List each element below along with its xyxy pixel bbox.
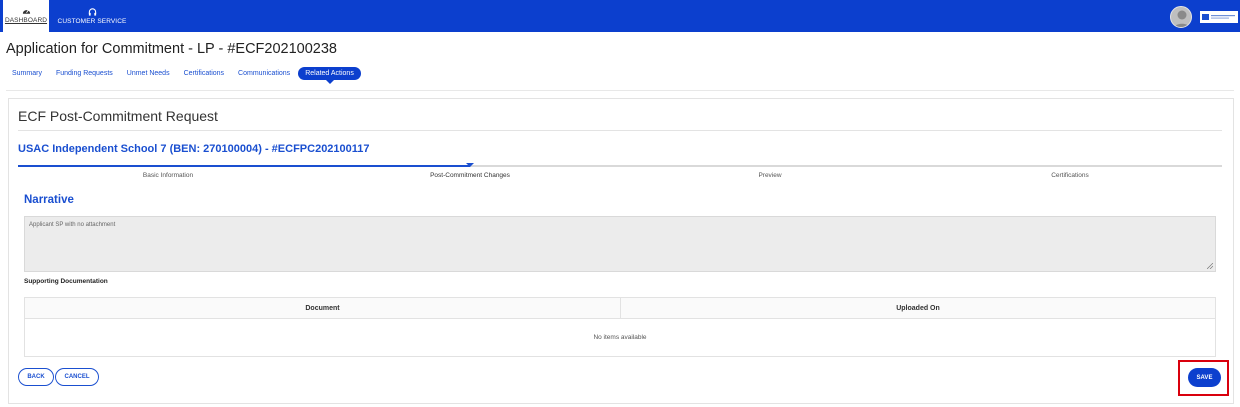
narrative-heading: Narrative	[24, 194, 74, 206]
tab-funding-requests[interactable]: Funding Requests	[56, 70, 113, 77]
stepper-current-marker	[466, 163, 474, 167]
header-divider	[6, 90, 1234, 91]
step-post-commitment-changes[interactable]: Post-Commitment Changes	[410, 172, 530, 179]
stepper-progress	[18, 165, 470, 167]
cancel-button[interactable]: CANCEL	[55, 368, 99, 386]
nav-dashboard-label: DASHBOARD	[4, 17, 48, 24]
tab-related-actions[interactable]: Related Actions	[298, 67, 361, 84]
table-header-row: Document Uploaded On	[25, 298, 1215, 319]
nav-customer-service-label: CUSTOMER SERVICE	[57, 17, 127, 25]
supporting-documentation-label: Supporting Documentation	[24, 278, 108, 285]
resize-grip-icon[interactable]	[1207, 263, 1213, 269]
card-title: ECF Post-Commitment Request	[18, 108, 218, 124]
user-avatar-icon[interactable]	[1170, 6, 1192, 28]
tab-certifications[interactable]: Certifications	[184, 70, 224, 77]
step-certifications[interactable]: Certifications	[1030, 172, 1110, 179]
narrative-textarea[interactable]: Applicant SP with no attachment	[24, 216, 1216, 272]
usac-logo[interactable]	[1200, 11, 1238, 23]
page-title: Application for Commitment - LP - #ECF20…	[6, 41, 337, 57]
headset-icon	[88, 7, 96, 16]
documents-table: Document Uploaded On No items available	[24, 297, 1216, 357]
back-button[interactable]: BACK	[18, 368, 54, 386]
nav-customer-service[interactable]: CUSTOMER SERVICE	[54, 0, 130, 32]
column-header-document[interactable]: Document	[25, 298, 621, 319]
column-header-uploaded-on[interactable]: Uploaded On	[621, 298, 1215, 319]
top-nav-bar: DASHBOARD CUSTOMER SERVICE	[0, 0, 1240, 32]
save-button[interactable]: SAVE	[1188, 368, 1221, 387]
tab-summary[interactable]: Summary	[12, 70, 42, 77]
speedometer-icon	[22, 9, 30, 14]
step-preview[interactable]: Preview	[730, 172, 810, 179]
request-subtitle: USAC Independent School 7 (BEN: 27010000…	[18, 143, 370, 155]
nav-dashboard[interactable]: DASHBOARD	[3, 0, 49, 32]
tab-bar: Summary Funding Requests Unmet Needs Cer…	[12, 66, 375, 84]
table-empty-message: No items available	[593, 334, 647, 341]
tab-communications[interactable]: Communications	[238, 70, 290, 77]
narrative-text: Applicant SP with no attachment	[29, 222, 116, 228]
step-basic-information[interactable]: Basic Information	[118, 172, 218, 179]
tab-unmet-needs[interactable]: Unmet Needs	[127, 70, 170, 77]
card-title-divider	[18, 130, 1222, 131]
